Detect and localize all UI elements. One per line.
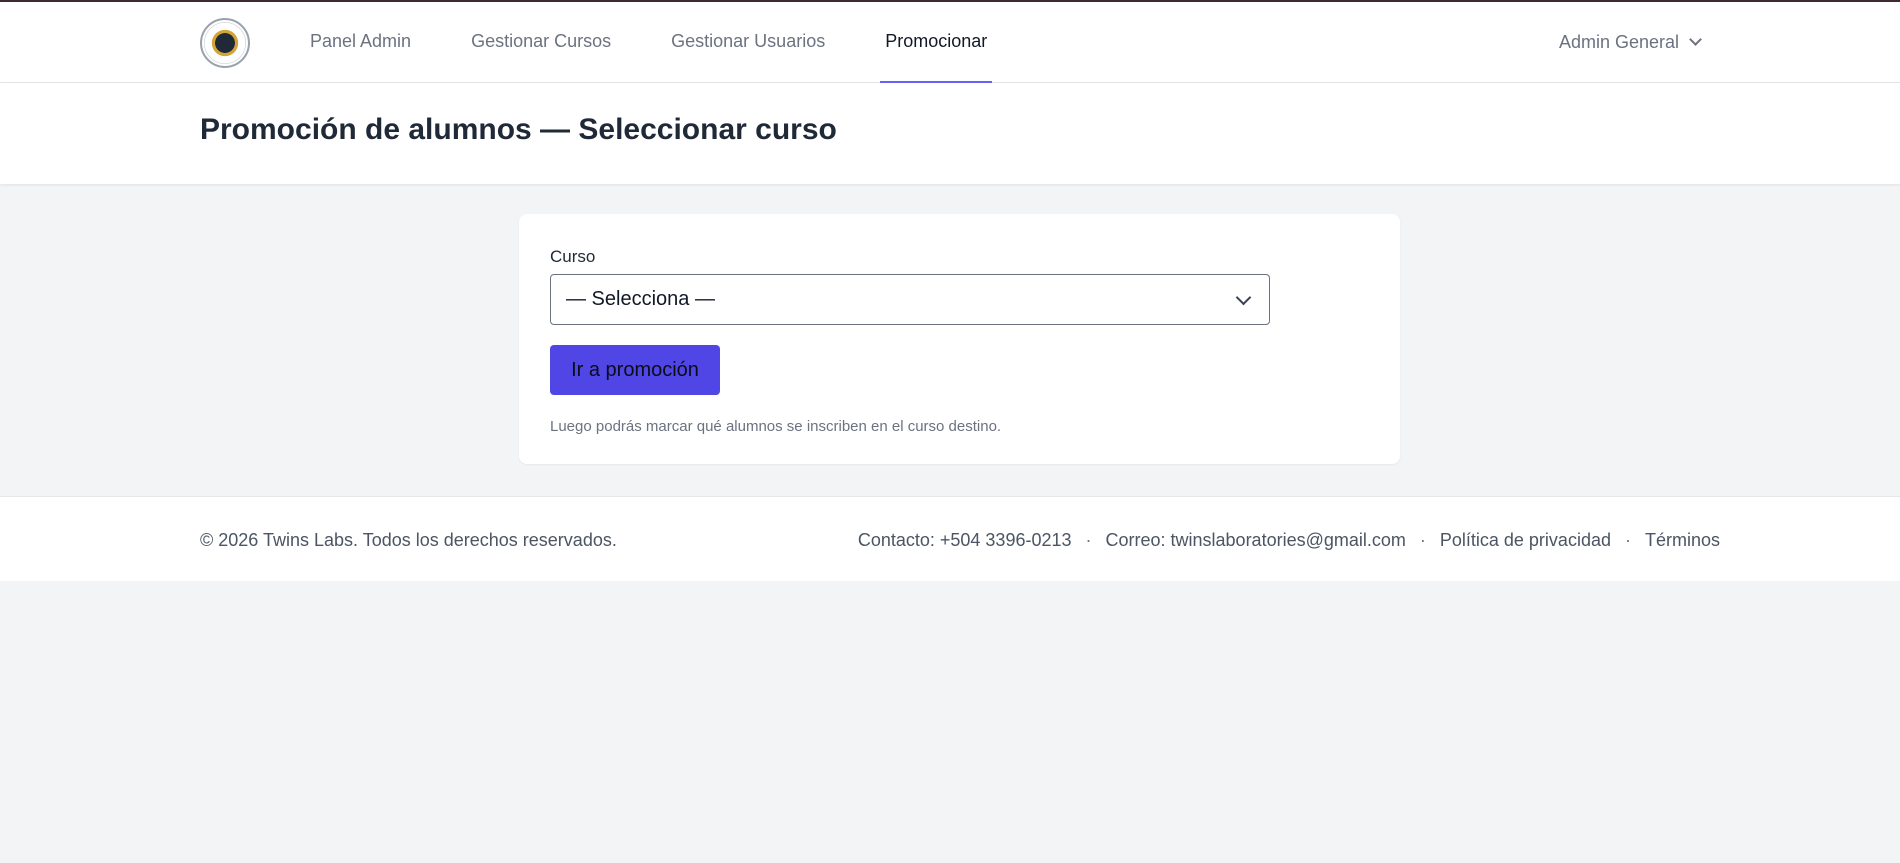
terms-link[interactable]: Términos	[1645, 530, 1720, 551]
go-to-promotion-button[interactable]: Ir a promoción	[550, 345, 720, 395]
nav-links: Panel Admin Gestionar Cursos Gestionar U…	[305, 2, 1042, 83]
chevron-down-icon	[1235, 289, 1252, 306]
footer-separator: ·	[1085, 530, 1092, 550]
nav-link-panel-admin[interactable]: Panel Admin	[305, 2, 416, 83]
main-content: Curso — Selecciona — Ir a promoción Lueg…	[0, 184, 1900, 496]
course-select-card: Curso — Selecciona — Ir a promoción Lueg…	[519, 214, 1400, 464]
contact-email: Correo: twinslaboratories@gmail.com	[1105, 530, 1406, 550]
nav-link-gestionar-usuarios[interactable]: Gestionar Usuarios	[666, 2, 830, 83]
course-select[interactable]: — Selecciona —	[550, 274, 1270, 325]
footer-separator: ·	[1624, 530, 1631, 550]
footer-links: Contacto: +504 3396-0213 · Correo: twins…	[858, 530, 1720, 551]
top-nav: Panel Admin Gestionar Cursos Gestionar U…	[0, 2, 1900, 83]
nav-inner: Panel Admin Gestionar Cursos Gestionar U…	[200, 2, 1702, 83]
nav-link-gestionar-cursos[interactable]: Gestionar Cursos	[466, 2, 616, 83]
footer-separator: ·	[1419, 530, 1426, 550]
copyright-text: © 2026 Twins Labs. Todos los derechos re…	[200, 530, 617, 550]
privacy-policy-link[interactable]: Política de privacidad	[1440, 530, 1611, 551]
user-name: Admin General	[1558, 32, 1679, 52]
user-menu-button[interactable]: Admin General	[1558, 32, 1702, 53]
logo-icon[interactable]	[200, 17, 250, 68]
course-label: Curso	[550, 247, 596, 266]
chevron-down-icon	[1689, 33, 1702, 46]
page-header: Promoción de alumnos — Seleccionar curso	[0, 83, 1900, 184]
nav-link-promocionar[interactable]: Promocionar	[880, 2, 993, 83]
page-title: Promoción de alumnos — Seleccionar curso	[200, 113, 837, 146]
hint-text: Luego podrás marcar qué alumnos se inscr…	[550, 418, 1002, 435]
footer: © 2026 Twins Labs. Todos los derechos re…	[0, 496, 1900, 581]
course-select-value: — Selecciona —	[566, 288, 715, 310]
contact-phone: Contacto: +504 3396-0213	[857, 530, 1072, 550]
